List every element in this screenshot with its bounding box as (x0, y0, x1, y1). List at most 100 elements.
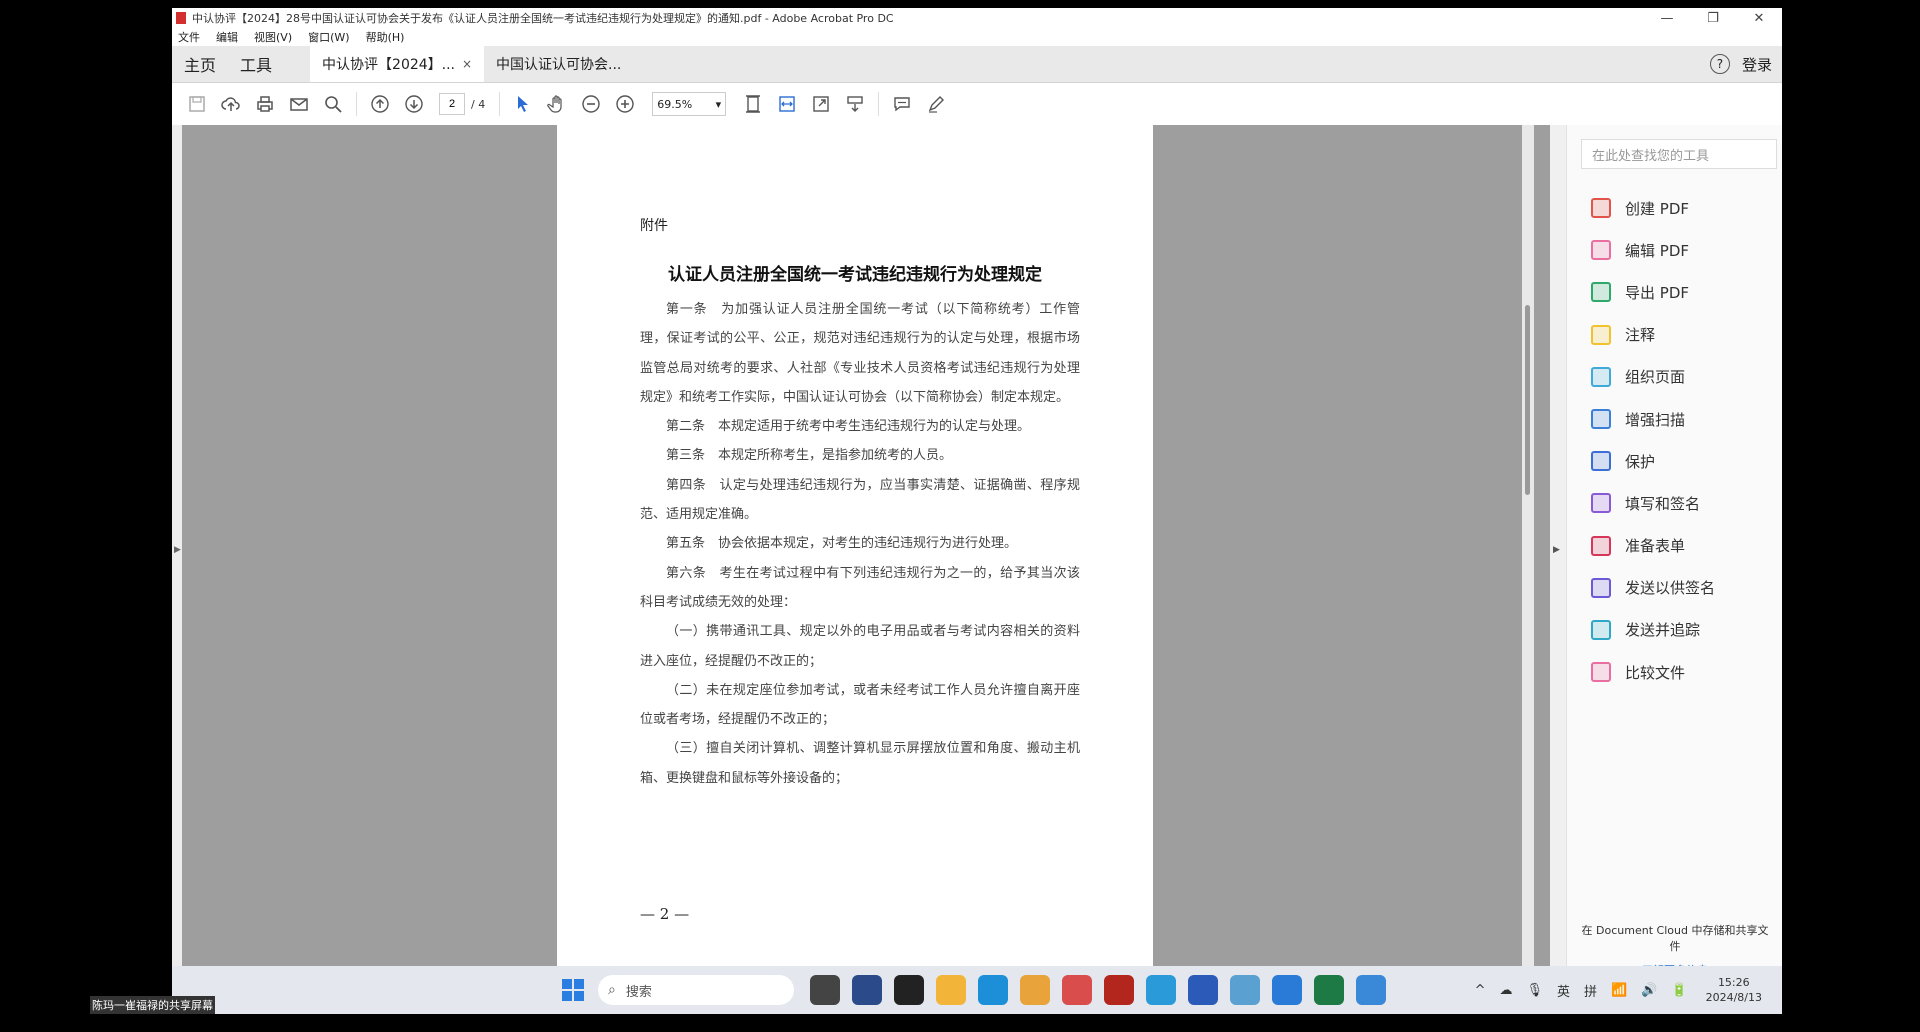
tool-protect[interactable]: 保护 (1591, 440, 1715, 482)
cloud-upload-icon[interactable] (214, 89, 248, 119)
tool-export-pdf[interactable]: 导出 PDF (1591, 271, 1715, 313)
scrollbar-thumb[interactable] (1525, 305, 1530, 495)
tool-edit-pdf[interactable]: 编辑 PDF (1591, 229, 1715, 271)
zoom-level-select[interactable]: 69.5% ▾ (652, 92, 727, 116)
zoom-out-icon[interactable] (574, 89, 608, 119)
menu-bar: 文件 编辑 视图(V) 窗口(W) 帮助(H) (172, 28, 1782, 46)
tool-send-for-signature[interactable]: 发送以供签名 (1591, 567, 1715, 609)
next-page-icon[interactable] (397, 89, 431, 119)
tool-enhance-scans[interactable]: 增强扫描 (1591, 398, 1715, 440)
task-view-icon[interactable] (810, 975, 840, 1005)
minimize-button[interactable]: — (1644, 11, 1690, 26)
app-icon[interactable] (1146, 975, 1176, 1005)
store-icon[interactable] (852, 975, 882, 1005)
tool-comment[interactable]: 注释 (1591, 314, 1715, 356)
tool-organize-pages[interactable]: 组织页面 (1591, 356, 1715, 398)
previous-page-icon[interactable] (363, 89, 397, 119)
select-arrow-icon[interactable] (506, 89, 540, 119)
battery-icon[interactable]: 🔋 (1671, 983, 1687, 998)
page-total: / 4 (471, 97, 486, 111)
zoom-in-icon[interactable] (608, 89, 642, 119)
close-window-button[interactable]: ✕ (1736, 11, 1782, 26)
edge-browser-icon[interactable] (978, 975, 1008, 1005)
tool-search-input[interactable]: 在此处查找您的工具 (1581, 139, 1777, 169)
tool-prepare-form[interactable]: 准备表单 (1591, 525, 1715, 567)
document-body: 第一条 为加强认证人员注册全国统一考试（以下简称统考）工作管理，保证考试的公平、… (640, 295, 1080, 793)
show-hidden-icons-icon[interactable]: ^ (1475, 983, 1486, 998)
pdf-page: 附件 认证人员注册全国统一考试违纪违规行为处理规定 第一条 为加强认证人员注册全… (557, 125, 1153, 1014)
volume-icon[interactable]: 🔊 (1641, 983, 1657, 998)
acrobat-taskbar-icon[interactable] (1104, 975, 1134, 1005)
tool-label: 增强扫描 (1625, 410, 1686, 429)
windows-start-icon[interactable] (562, 979, 584, 1001)
taskbar-search[interactable]: ⌕ 搜索 (598, 975, 794, 1005)
left-panel-toggle[interactable]: ▶ (172, 125, 182, 1014)
page-number-footer: — 2 — (640, 905, 690, 923)
app-icon[interactable] (1230, 975, 1260, 1005)
app-icon[interactable] (1272, 975, 1302, 1005)
chevron-down-icon: ▾ (715, 97, 722, 111)
tool-compare-files[interactable]: 比较文件 (1591, 651, 1715, 693)
tools-panel: 在此处查找您的工具 创建 PDF 编辑 PDF 导出 PDF 注释 组织页面 增… (1566, 125, 1782, 1014)
input-language[interactable]: 英 (1557, 981, 1570, 1000)
clock-date: 2024/8/13 (1705, 991, 1762, 1004)
tool-label: 编辑 PDF (1625, 241, 1689, 260)
tab-document-active[interactable]: 中认协评【2024】... × (310, 46, 485, 82)
menu-edit[interactable]: 编辑 (216, 29, 238, 45)
vertical-scrollbar[interactable] (1522, 125, 1534, 1014)
close-tab-icon[interactable]: × (462, 57, 472, 71)
title-bar: 中认协评【2024】28号中国认证认可协会关于发布《认证人员注册全国统一考试违纪… (172, 8, 1782, 28)
save-icon[interactable] (180, 89, 214, 119)
fill-sign-icon (1591, 493, 1611, 514)
tool-fill-sign[interactable]: 填写和签名 (1591, 482, 1715, 524)
menu-file[interactable]: 文件 (178, 29, 200, 45)
edit-pdf-icon (1591, 240, 1611, 261)
full-screen-icon[interactable] (804, 89, 838, 119)
scroll-mode-icon[interactable] (838, 89, 872, 119)
search-icon[interactable] (316, 89, 350, 119)
wifi-icon[interactable]: 📶 (1611, 983, 1627, 998)
right-panel-toggle[interactable]: ▶ (1550, 125, 1566, 1014)
compare-files-icon (1591, 662, 1611, 683)
excel-icon[interactable] (1314, 975, 1344, 1005)
document-viewport[interactable]: ▶ 附件 认证人员注册全国统一考试违纪违规行为处理规定 第一条 为加强认证人员注… (172, 125, 1550, 1014)
menu-view[interactable]: 视图(V) (254, 29, 292, 45)
page-number-input[interactable] (439, 93, 465, 115)
ime-mode[interactable]: 拼 (1584, 981, 1597, 1000)
tab-document-second[interactable]: 中国认证认可协会... (484, 46, 633, 82)
form-icon (1591, 535, 1611, 556)
tool-label: 注释 (1625, 326, 1656, 345)
app-icon[interactable] (1062, 975, 1092, 1005)
tool-create-pdf[interactable]: 创建 PDF (1591, 187, 1715, 229)
word-icon[interactable] (1188, 975, 1218, 1005)
hand-tool-icon[interactable] (540, 89, 574, 119)
menu-help[interactable]: 帮助(H) (366, 29, 405, 45)
maximize-button[interactable]: ❐ (1690, 11, 1736, 26)
comment-icon[interactable] (885, 89, 919, 119)
tab-tools[interactable]: 工具 (228, 52, 284, 76)
zoom-level-value: 69.5% (657, 97, 693, 111)
app-icon[interactable] (894, 975, 924, 1005)
email-icon[interactable] (282, 89, 316, 119)
fit-page-icon[interactable] (736, 89, 770, 119)
tool-label: 发送并追踪 (1625, 621, 1701, 640)
login-link[interactable]: 登录 (1742, 54, 1772, 75)
print-icon[interactable] (248, 89, 282, 119)
pen-sign-icon[interactable] (919, 89, 953, 119)
chrome-browser-icon[interactable] (1020, 975, 1050, 1005)
tool-label: 比较文件 (1625, 663, 1686, 682)
tool-label: 准备表单 (1625, 537, 1686, 556)
scanner-icon (1591, 409, 1611, 430)
app-icon[interactable] (1356, 975, 1386, 1005)
microphone-icon[interactable]: 🎙 (1526, 983, 1543, 998)
paragraph: 第五条 协会依据本规定，对考生的违纪违规行为进行处理。 (666, 536, 1018, 552)
menu-window[interactable]: 窗口(W) (308, 29, 349, 45)
tool-send-track[interactable]: 发送并追踪 (1591, 609, 1715, 651)
file-explorer-icon[interactable] (936, 975, 966, 1005)
tab-home[interactable]: 主页 (172, 52, 228, 76)
fit-width-icon[interactable] (770, 89, 804, 119)
taskbar-search-placeholder: 搜索 (625, 984, 652, 1000)
cloud-icon[interactable]: ☁ (1499, 983, 1512, 998)
clock[interactable]: 15:26 2024/8/13 (1706, 975, 1762, 1005)
help-icon[interactable]: ? (1709, 54, 1730, 74)
